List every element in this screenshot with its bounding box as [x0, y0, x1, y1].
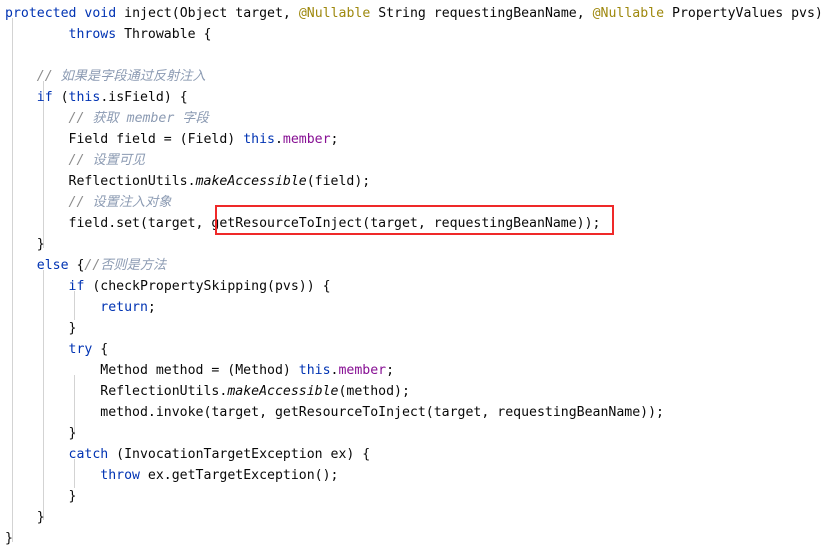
- code-token-cmt: //: [36, 69, 61, 84]
- code-token-kw: if: [36, 90, 53, 105]
- code-token-plain: }: [5, 489, 77, 504]
- code-token-kw: protected: [5, 6, 77, 21]
- code-token-plain: inject(Object target,: [116, 6, 299, 21]
- code-token-plain: (checkPropertySkipping(pvs)) {: [84, 279, 331, 294]
- code-line[interactable]: }: [0, 423, 837, 444]
- code-editor-content[interactable]: protected void inject(Object target, @Nu…: [0, 0, 837, 554]
- code-token-kw: this: [68, 90, 101, 105]
- code-line[interactable]: else {//否则是方法: [0, 255, 837, 276]
- code-line[interactable]: throw ex.getTargetException();: [0, 465, 837, 486]
- code-line[interactable]: protected void inject(Object target, @Nu…: [0, 3, 837, 24]
- code-line[interactable]: return;: [0, 297, 837, 318]
- code-token-plain: Method method = (Method): [5, 363, 299, 378]
- code-token-cmt: //: [68, 111, 93, 126]
- code-line[interactable]: }: [0, 507, 837, 528]
- code-token-plain: ReflectionUtils.: [5, 384, 228, 399]
- code-token-kw: this: [298, 363, 331, 378]
- code-token-stat: makeAccessible: [195, 174, 307, 189]
- code-line[interactable]: ReflectionUtils.makeAccessible(field);: [0, 171, 837, 192]
- code-token-stat: makeAccessible: [227, 384, 339, 399]
- code-line[interactable]: }: [0, 234, 837, 255]
- code-token-plain: {: [92, 342, 109, 357]
- code-line[interactable]: if (this.isField) {: [0, 87, 837, 108]
- code-line[interactable]: }: [0, 528, 837, 549]
- code-token-kw: this: [243, 132, 275, 147]
- code-screenshot: protected void inject(Object target, @Nu…: [0, 0, 837, 554]
- code-token-plain: (method);: [338, 384, 410, 399]
- code-line[interactable]: ReflectionUtils.makeAccessible(method);: [0, 381, 837, 402]
- code-token-plain: .: [274, 132, 283, 147]
- code-line[interactable]: method.invoke(target, getResourceToInjec…: [0, 402, 837, 423]
- code-token-cmtcn: 设置注入对象: [92, 195, 172, 210]
- code-line[interactable]: // 设置注入对象: [0, 192, 837, 213]
- code-token-cmt: //: [68, 153, 93, 168]
- code-token-kw: else: [36, 258, 69, 273]
- code-token-kw: void: [84, 6, 117, 21]
- code-token-plain: (: [52, 90, 69, 105]
- code-line[interactable]: }: [0, 318, 837, 339]
- code-token-kw: if: [68, 279, 85, 294]
- code-token-cmtcn: 获取 member 字段: [92, 111, 209, 126]
- code-token-plain: Throwable {: [116, 27, 212, 42]
- code-token-fld: member: [338, 363, 387, 378]
- code-token-cmtcn: 否则是方法: [100, 258, 167, 273]
- code-line[interactable]: [0, 45, 837, 66]
- code-token-plain: ReflectionUtils.: [5, 174, 196, 189]
- code-token-cmtcn: 如果是字段通过反射注入: [60, 69, 206, 84]
- code-token-kw: try: [68, 342, 93, 357]
- code-line[interactable]: Field field = (Field) this.member;: [0, 129, 837, 150]
- code-line[interactable]: catch (InvocationTargetException ex) {: [0, 444, 837, 465]
- code-line[interactable]: // 如果是字段通过反射注入: [0, 66, 837, 87]
- code-token-fld: member: [282, 132, 331, 147]
- code-token-kw: catch: [68, 447, 109, 462]
- code-token-plain: ;: [330, 132, 339, 147]
- code-token-plain: }: [5, 321, 77, 336]
- code-line[interactable]: try {: [0, 339, 837, 360]
- code-token-plain: method.invoke(target, getResourceToInjec…: [5, 405, 664, 420]
- code-token-cmtcn: 设置可见: [92, 153, 146, 168]
- code-line[interactable]: Method method = (Method) this.member;: [0, 360, 837, 381]
- code-token-ann: @Nullable: [592, 6, 665, 21]
- code-token-cmt: //: [84, 258, 101, 273]
- code-line[interactable]: // 获取 member 字段: [0, 108, 837, 129]
- code-line[interactable]: field.set(target, getResourceToInject(ta…: [0, 213, 837, 234]
- code-token-plain: .isField) {: [100, 90, 188, 105]
- code-token-plain: }: [5, 426, 77, 441]
- code-token-plain: (field);: [306, 174, 371, 189]
- code-token-kw: throws: [68, 27, 117, 42]
- code-token-plain: PropertyValues pvs): [664, 6, 823, 21]
- code-token-plain: }: [5, 510, 45, 525]
- code-token-plain: ex.getTargetException();: [139, 468, 339, 483]
- code-token-plain: }: [5, 237, 45, 252]
- code-token-plain: }: [5, 531, 13, 546]
- code-token-plain: {: [68, 258, 85, 273]
- code-token-kw: throw: [100, 468, 140, 483]
- code-line[interactable]: throws Throwable {: [0, 24, 837, 45]
- code-line[interactable]: }: [0, 486, 837, 507]
- code-token-ann: @Nullable: [298, 6, 371, 21]
- code-line[interactable]: // 设置可见: [0, 150, 837, 171]
- code-line[interactable]: if (checkPropertySkipping(pvs)) {: [0, 276, 837, 297]
- code-token-plain: field.set(target, getResourceToInject(ta…: [5, 216, 601, 231]
- code-token-plain: Field field = (Field): [5, 132, 244, 147]
- code-token-plain: ;: [386, 363, 395, 378]
- code-token-plain: String requestingBeanName,: [370, 6, 593, 21]
- code-token-cmt: //: [68, 195, 93, 210]
- code-token-plain: ;: [147, 300, 156, 315]
- code-token-kw: return: [100, 300, 148, 315]
- code-token-plain: (InvocationTargetException ex) {: [108, 447, 371, 462]
